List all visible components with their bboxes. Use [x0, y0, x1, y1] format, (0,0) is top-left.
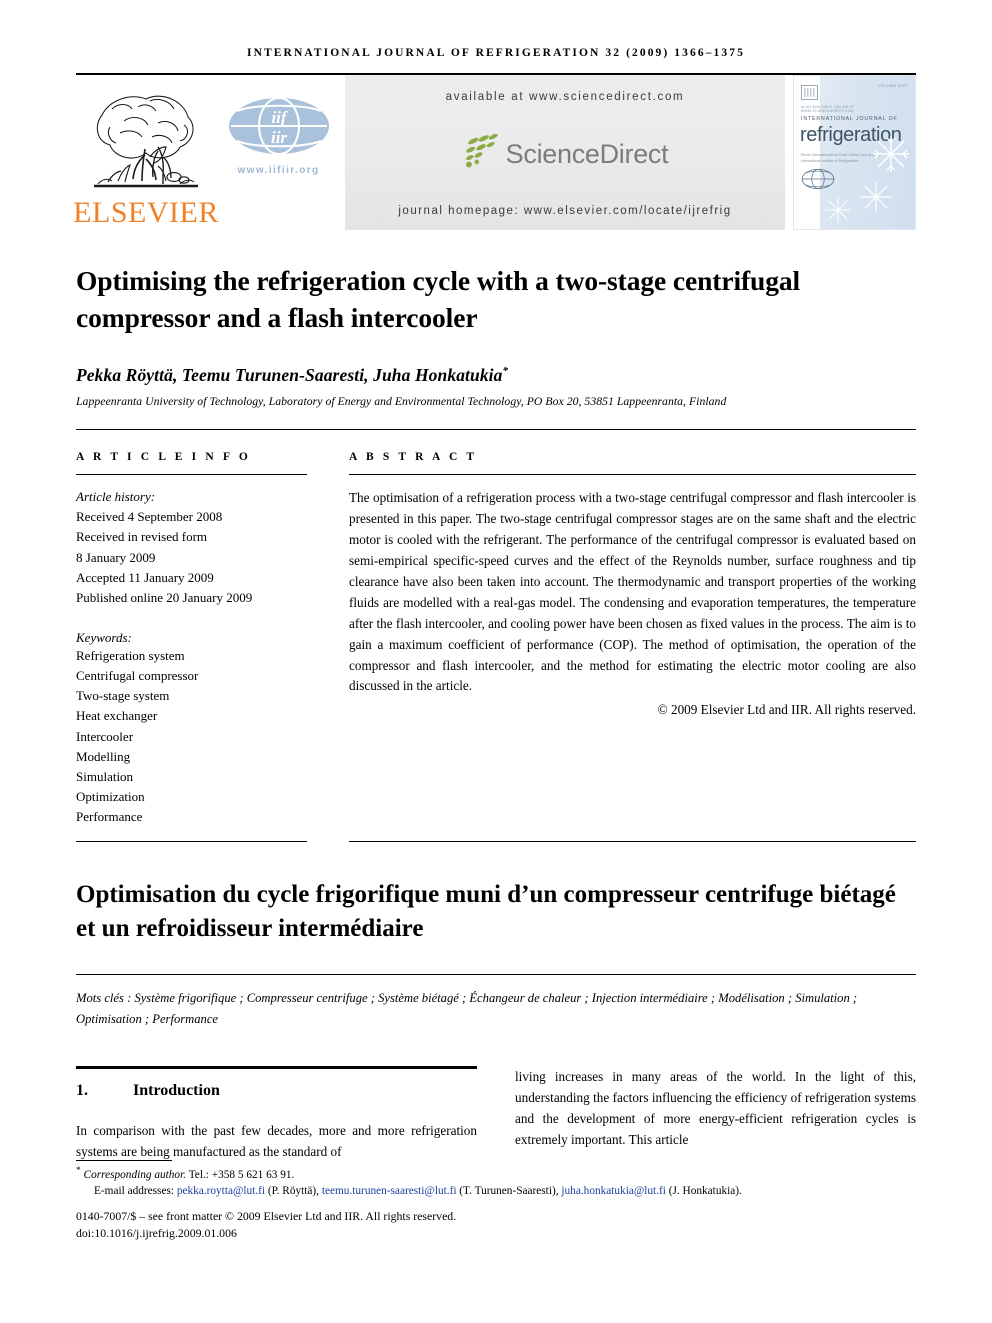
keyword-item: Modelling	[76, 748, 131, 764]
french-keywords-label: Mots clés :	[76, 991, 132, 1006]
section-heading: 1. Introduction	[76, 1082, 477, 1100]
author-names: Pekka Röyttä, Teemu Turunen-Saaresti, Ju…	[76, 365, 503, 386]
abstract-bottom-rule	[349, 841, 916, 843]
intro-paragraph-right: living increases in many areas of the wo…	[515, 1069, 916, 1148]
email-addresses-note: E-mail addresses: pekka.roytta@lut.fi (P…	[76, 1183, 916, 1200]
info-abstract-columns: A R T I C L E I N F O Article history: R…	[76, 451, 916, 827]
section-bottom-rules	[76, 841, 916, 843]
doi-line: doi:10.1016/j.ijrefrig.2009.01.006	[76, 1225, 237, 1240]
running-head: International Journal of Refrigeration 3…	[247, 47, 745, 59]
elsevier-tree-icon	[88, 85, 204, 197]
keyword-item: Optimization	[76, 788, 145, 804]
sciencedirect-available-label: available at www.sciencedirect.com	[445, 91, 685, 103]
journal-cover-thumbnail: VOLUME 2007 ALSO AVAILABLE ONLINE AT WWW…	[793, 75, 916, 230]
cover-journal-line: INTERNATIONAL JOURNAL OF	[801, 116, 898, 122]
section-number: 1.	[76, 1082, 88, 1100]
affiliation: Lappeenranta University of Technology, L…	[76, 395, 727, 409]
footnote-rule	[76, 1160, 172, 1161]
sciencedirect-logo: ScienceDirect	[462, 133, 669, 174]
article-info-heading: A R T I C L E I N F O	[76, 451, 251, 464]
email-owner-2: (T. Turunen-Saaresti),	[459, 1184, 559, 1197]
elsevier-wordmark: ELSEVIER	[73, 196, 219, 229]
history-item: 8 January 2009	[76, 549, 156, 565]
corresponding-author-tel: Tel.: +358 5 621 63 91.	[188, 1168, 295, 1181]
footnote-marker: *	[76, 1166, 81, 1176]
svg-text:iif: iif	[271, 108, 288, 127]
article-info-rule	[76, 474, 307, 476]
sciencedirect-leaf-icon	[462, 133, 502, 174]
cover-volume-label: VOLUME 2007	[878, 84, 908, 88]
affiliation-rule	[76, 429, 916, 431]
cover-online-note: ALSO AVAILABLE ONLINE AT WWW.SCIENCEDIRE…	[801, 105, 855, 113]
keywords-list: Refrigeration system Centrifugal compres…	[76, 646, 307, 827]
article-history-label: Article history:	[76, 489, 156, 505]
svg-text:iir: iir	[270, 128, 286, 147]
history-item: Received in revised form	[76, 529, 208, 545]
cover-snowflake-icon	[873, 136, 909, 172]
iifiir-globe-icon: iif iir	[227, 95, 331, 162]
keyword-item: Simulation	[76, 768, 134, 784]
history-item: Published online 20 January 2009	[76, 589, 253, 605]
cover-iifiir-globe-icon	[801, 168, 835, 190]
body-column-left: 1. Introduction In comparison with the p…	[76, 1066, 477, 1162]
email-link-2[interactable]: teemu.turunen-saaresti@lut.fi	[322, 1185, 457, 1197]
french-keywords-text: Système frigorifique ; Compresseur centr…	[76, 991, 858, 1026]
author-list: Pekka Röyttä, Teemu Turunen-Saaresti, Ju…	[76, 365, 916, 386]
keyword-item: Heat exchanger	[76, 708, 158, 724]
keyword-item: Two-stage system	[76, 688, 170, 704]
email-link-1[interactable]: pekka.roytta@lut.fi	[177, 1185, 265, 1197]
corresponding-author-marker: *	[502, 365, 509, 378]
keyword-item: Centrifugal compressor	[76, 668, 199, 684]
article-info-column: A R T I C L E I N F O Article history: R…	[76, 451, 307, 827]
cover-elsevier-icon	[801, 85, 818, 100]
corresponding-author-note: * Corresponding author. Tel.: +358 5 621…	[76, 1166, 916, 1181]
emails-label: E-mail addresses:	[94, 1184, 174, 1197]
iifiir-url-label: www.iifiir.org	[237, 165, 320, 176]
keyword-item: Refrigeration system	[76, 647, 185, 663]
section-rule	[76, 1066, 477, 1070]
issn-line: 0140-7007/$ – see front matter © 2009 El…	[76, 1208, 457, 1223]
body-column-right: living increases in many areas of the wo…	[515, 1066, 916, 1162]
cover-snowflake-icon-2	[860, 181, 892, 213]
sciencedirect-wordmark: ScienceDirect	[505, 138, 669, 169]
masthead: ELSEVIER iif iir www.iifiir.org availabl…	[73, 75, 916, 230]
french-title: Optimisation du cycle frigorifique muni …	[76, 881, 896, 943]
iifiir-logo-block: iif iir www.iifiir.org	[216, 75, 341, 230]
keyword-item: Intercooler	[76, 728, 134, 744]
history-item: Accepted 11 January 2009	[76, 569, 214, 585]
abstract-rule	[349, 474, 916, 476]
email-owner-1: (P. Röyttä),	[267, 1184, 320, 1197]
article-history: Article history: Received 4 September 20…	[76, 487, 307, 608]
corresponding-author-label: Corresponding author.	[83, 1168, 187, 1181]
cover-snowflake-icon-3	[825, 197, 851, 223]
french-keywords: Mots clés : Système frigorifique ; Compr…	[76, 988, 916, 1029]
keyword-item: Performance	[76, 809, 143, 825]
abstract-copyright: © 2009 Elsevier Ltd and IIR. All rights …	[657, 702, 916, 718]
body-columns: 1. Introduction In comparison with the p…	[76, 1066, 916, 1162]
sciencedirect-banner: available at www.sciencedirect.com Scien…	[345, 75, 785, 230]
abstract-column: A B S T R A C T The optimisation of a re…	[349, 451, 916, 827]
history-item: Received 4 September 2008	[76, 509, 223, 525]
keywords-label: Keywords:	[76, 629, 132, 645]
journal-homepage-label: journal homepage: www.elsevier.com/locat…	[398, 205, 732, 217]
email-link-3[interactable]: juha.honkatukia@lut.fi	[561, 1185, 666, 1197]
abstract-text: The optimisation of a refrigeration proc…	[349, 490, 916, 694]
footnote-block: * Corresponding author. Tel.: +358 5 621…	[76, 1160, 916, 1241]
french-rule	[76, 974, 916, 976]
elsevier-logo-block: ELSEVIER	[73, 75, 219, 230]
info-bottom-rule	[76, 841, 307, 843]
section-title: Introduction	[133, 1082, 220, 1100]
email-owner-3: (J. Honkatukia).	[668, 1184, 742, 1197]
abstract-heading: A B S T R A C T	[349, 451, 478, 464]
page-title: Optimising the refrigeration cycle with …	[76, 265, 801, 333]
intro-paragraph-left: In comparison with the past few decades,…	[76, 1123, 477, 1160]
paper-page: International Journal of Refrigeration 3…	[0, 0, 992, 1323]
